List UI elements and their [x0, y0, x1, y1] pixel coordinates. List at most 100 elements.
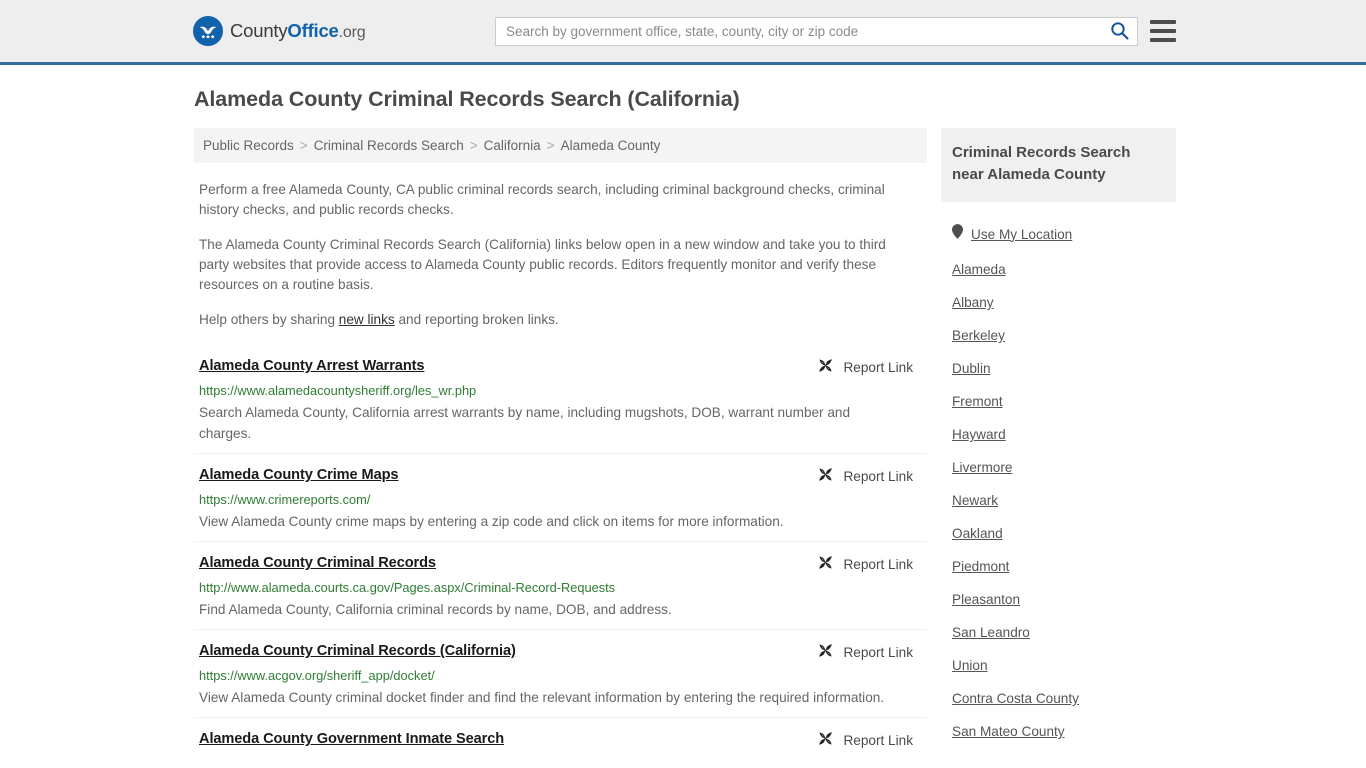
sidebar-item-piedmont[interactable]: Piedmont: [941, 550, 1176, 583]
sidebar-link[interactable]: Oakland: [952, 526, 1003, 541]
sidebar-item-san-mateo-county[interactable]: San Mateo County: [941, 715, 1176, 748]
breadcrumb-item-california[interactable]: California: [484, 138, 541, 153]
sidebar-link[interactable]: San Mateo County: [952, 724, 1065, 739]
result-item: Alameda County Criminal Records (Califor…: [194, 629, 927, 717]
report-link-label: Report Link: [843, 469, 913, 484]
site-logo[interactable]: CountyOffice.org: [193, 16, 365, 46]
result-item: Alameda County Arrest Warrants Repor: [194, 351, 927, 453]
broken-link-icon: [817, 554, 834, 574]
hamburger-menu-icon[interactable]: [1150, 20, 1176, 42]
report-link-button[interactable]: Report Link: [817, 642, 913, 662]
breadcrumb-separator: >: [547, 138, 555, 153]
breadcrumb-item-alameda-county: Alameda County: [561, 138, 661, 153]
result-url: http://www.alameda.courts.ca.gov/Pages.a…: [199, 580, 927, 595]
logo-word-office: Office: [287, 20, 338, 41]
breadcrumb-item-public-records[interactable]: Public Records: [203, 138, 294, 153]
report-link-label: Report Link: [843, 733, 913, 748]
sidebar-link[interactable]: Piedmont: [952, 559, 1009, 574]
page-title: Alameda County Criminal Records Search (…: [194, 87, 1177, 112]
sidebar-item-alameda[interactable]: Alameda: [941, 253, 1176, 286]
map-pin-icon: [952, 224, 963, 244]
result-title-link[interactable]: Alameda County Criminal Records (Califor…: [199, 643, 516, 659]
sidebar-link[interactable]: Berkeley: [952, 328, 1005, 343]
report-link-label: Report Link: [843, 360, 913, 375]
sidebar-item-berkeley[interactable]: Berkeley: [941, 319, 1176, 352]
result-description: View Alameda County criminal docket find…: [199, 687, 899, 708]
broken-link-icon: [817, 357, 834, 377]
sidebar-item-union[interactable]: Union: [941, 649, 1176, 682]
new-links-link[interactable]: new links: [339, 312, 395, 327]
result-description: Find Alameda County, California criminal…: [199, 599, 899, 620]
logo-wordmark: CountyOffice.org: [230, 20, 365, 42]
broken-link-icon: [817, 730, 834, 750]
intro-paragraph-3: Help others by sharing new links and rep…: [199, 310, 911, 330]
sidebar-link[interactable]: Pleasanton: [952, 592, 1020, 607]
report-link-label: Report Link: [843, 645, 913, 660]
result-title-link[interactable]: Alameda County Arrest Warrants: [199, 358, 424, 374]
sidebar-item-oakland[interactable]: Oakland: [941, 517, 1176, 550]
sidebar-link[interactable]: Albany: [952, 295, 994, 310]
sidebar-link[interactable]: Dublin: [952, 361, 991, 376]
content-columns: Public Records > Criminal Records Search > C…: [189, 128, 1177, 757]
report-link-button[interactable]: Report Link: [817, 730, 913, 750]
report-link-button[interactable]: Report Link: [817, 357, 913, 377]
intro-paragraph-2: The Alameda County Criminal Records Sear…: [199, 235, 911, 295]
sidebar-item-use-my-location[interactable]: Use My Location: [941, 215, 1176, 253]
report-link-label: Report Link: [843, 557, 913, 572]
intro-paragraph-3-before: Help others by sharing: [199, 312, 339, 327]
eagle-shield-stars-icon: [193, 16, 223, 46]
result-description: Search Alameda County, California arrest…: [199, 402, 899, 444]
result-title-link[interactable]: Alameda County Government Inmate Search: [199, 731, 504, 747]
result-title-link[interactable]: Alameda County Crime Maps: [199, 467, 398, 483]
menu-bar-3: [1150, 38, 1176, 42]
sidebar-item-hayward[interactable]: Hayward: [941, 418, 1176, 451]
sidebar-links: Use My Location Alameda Albany Berkeley …: [941, 215, 1176, 748]
search-button[interactable]: [1101, 18, 1137, 45]
broken-link-icon: [817, 466, 834, 486]
logo-word-org: .org: [339, 24, 366, 41]
use-my-location-link[interactable]: Use My Location: [971, 227, 1072, 242]
sidebar-link[interactable]: Newark: [952, 493, 998, 508]
result-item: Alameda County Crime Maps Report Lin: [194, 453, 927, 541]
logo-word-county: County: [230, 20, 287, 41]
sidebar-link[interactable]: Union: [952, 658, 988, 673]
sidebar-link[interactable]: San Leandro: [952, 625, 1030, 640]
result-url: https://www.acgov.org/sheriff_app/docket…: [199, 668, 927, 683]
intro-text: Perform a free Alameda County, CA public…: [194, 180, 927, 330]
report-link-button[interactable]: Report Link: [817, 466, 913, 486]
sidebar-item-newark[interactable]: Newark: [941, 484, 1176, 517]
sidebar-item-san-leandro[interactable]: San Leandro: [941, 616, 1176, 649]
sidebar-link[interactable]: Livermore: [952, 460, 1012, 475]
sidebar-link[interactable]: Fremont: [952, 394, 1003, 409]
report-link-button[interactable]: Report Link: [817, 554, 913, 574]
search-input[interactable]: [496, 24, 1101, 39]
menu-bar-1: [1150, 20, 1176, 24]
sidebar-link[interactable]: Contra Costa County: [952, 691, 1079, 706]
sidebar-item-pleasanton[interactable]: Pleasanton: [941, 583, 1176, 616]
sidebar-heading: Criminal Records Search near Alameda Cou…: [941, 128, 1176, 202]
breadcrumb-separator: >: [470, 138, 478, 153]
result-url: https://www.alamedacountysheriff.org/les…: [199, 383, 927, 398]
result-item: Alameda County Government Inmate Search: [194, 717, 927, 757]
search-icon: [1110, 21, 1129, 43]
results-list: Alameda County Arrest Warrants Repor: [194, 351, 927, 757]
sidebar-item-dublin[interactable]: Dublin: [941, 352, 1176, 385]
site-header: CountyOffice.org: [0, 0, 1366, 65]
sidebar-link[interactable]: Alameda: [952, 262, 1006, 277]
page-container: Alameda County Criminal Records Search (…: [189, 87, 1177, 757]
result-url: https://www.crimereports.com/: [199, 492, 927, 507]
menu-bar-2: [1150, 29, 1176, 33]
intro-paragraph-1: Perform a free Alameda County, CA public…: [199, 180, 911, 220]
breadcrumb-separator: >: [300, 138, 308, 153]
result-description: View Alameda County crime maps by enteri…: [199, 511, 899, 532]
sidebar: Criminal Records Search near Alameda Cou…: [941, 128, 1176, 757]
intro-paragraph-3-after: and reporting broken links.: [395, 312, 559, 327]
sidebar-item-albany[interactable]: Albany: [941, 286, 1176, 319]
result-title-link[interactable]: Alameda County Criminal Records: [199, 555, 436, 571]
sidebar-item-fremont[interactable]: Fremont: [941, 385, 1176, 418]
sidebar-link[interactable]: Hayward: [952, 427, 1006, 442]
sidebar-item-livermore[interactable]: Livermore: [941, 451, 1176, 484]
search-bar[interactable]: [495, 17, 1138, 46]
breadcrumb-item-criminal-records-search[interactable]: Criminal Records Search: [314, 138, 464, 153]
sidebar-item-contra-costa-county[interactable]: Contra Costa County: [941, 682, 1176, 715]
